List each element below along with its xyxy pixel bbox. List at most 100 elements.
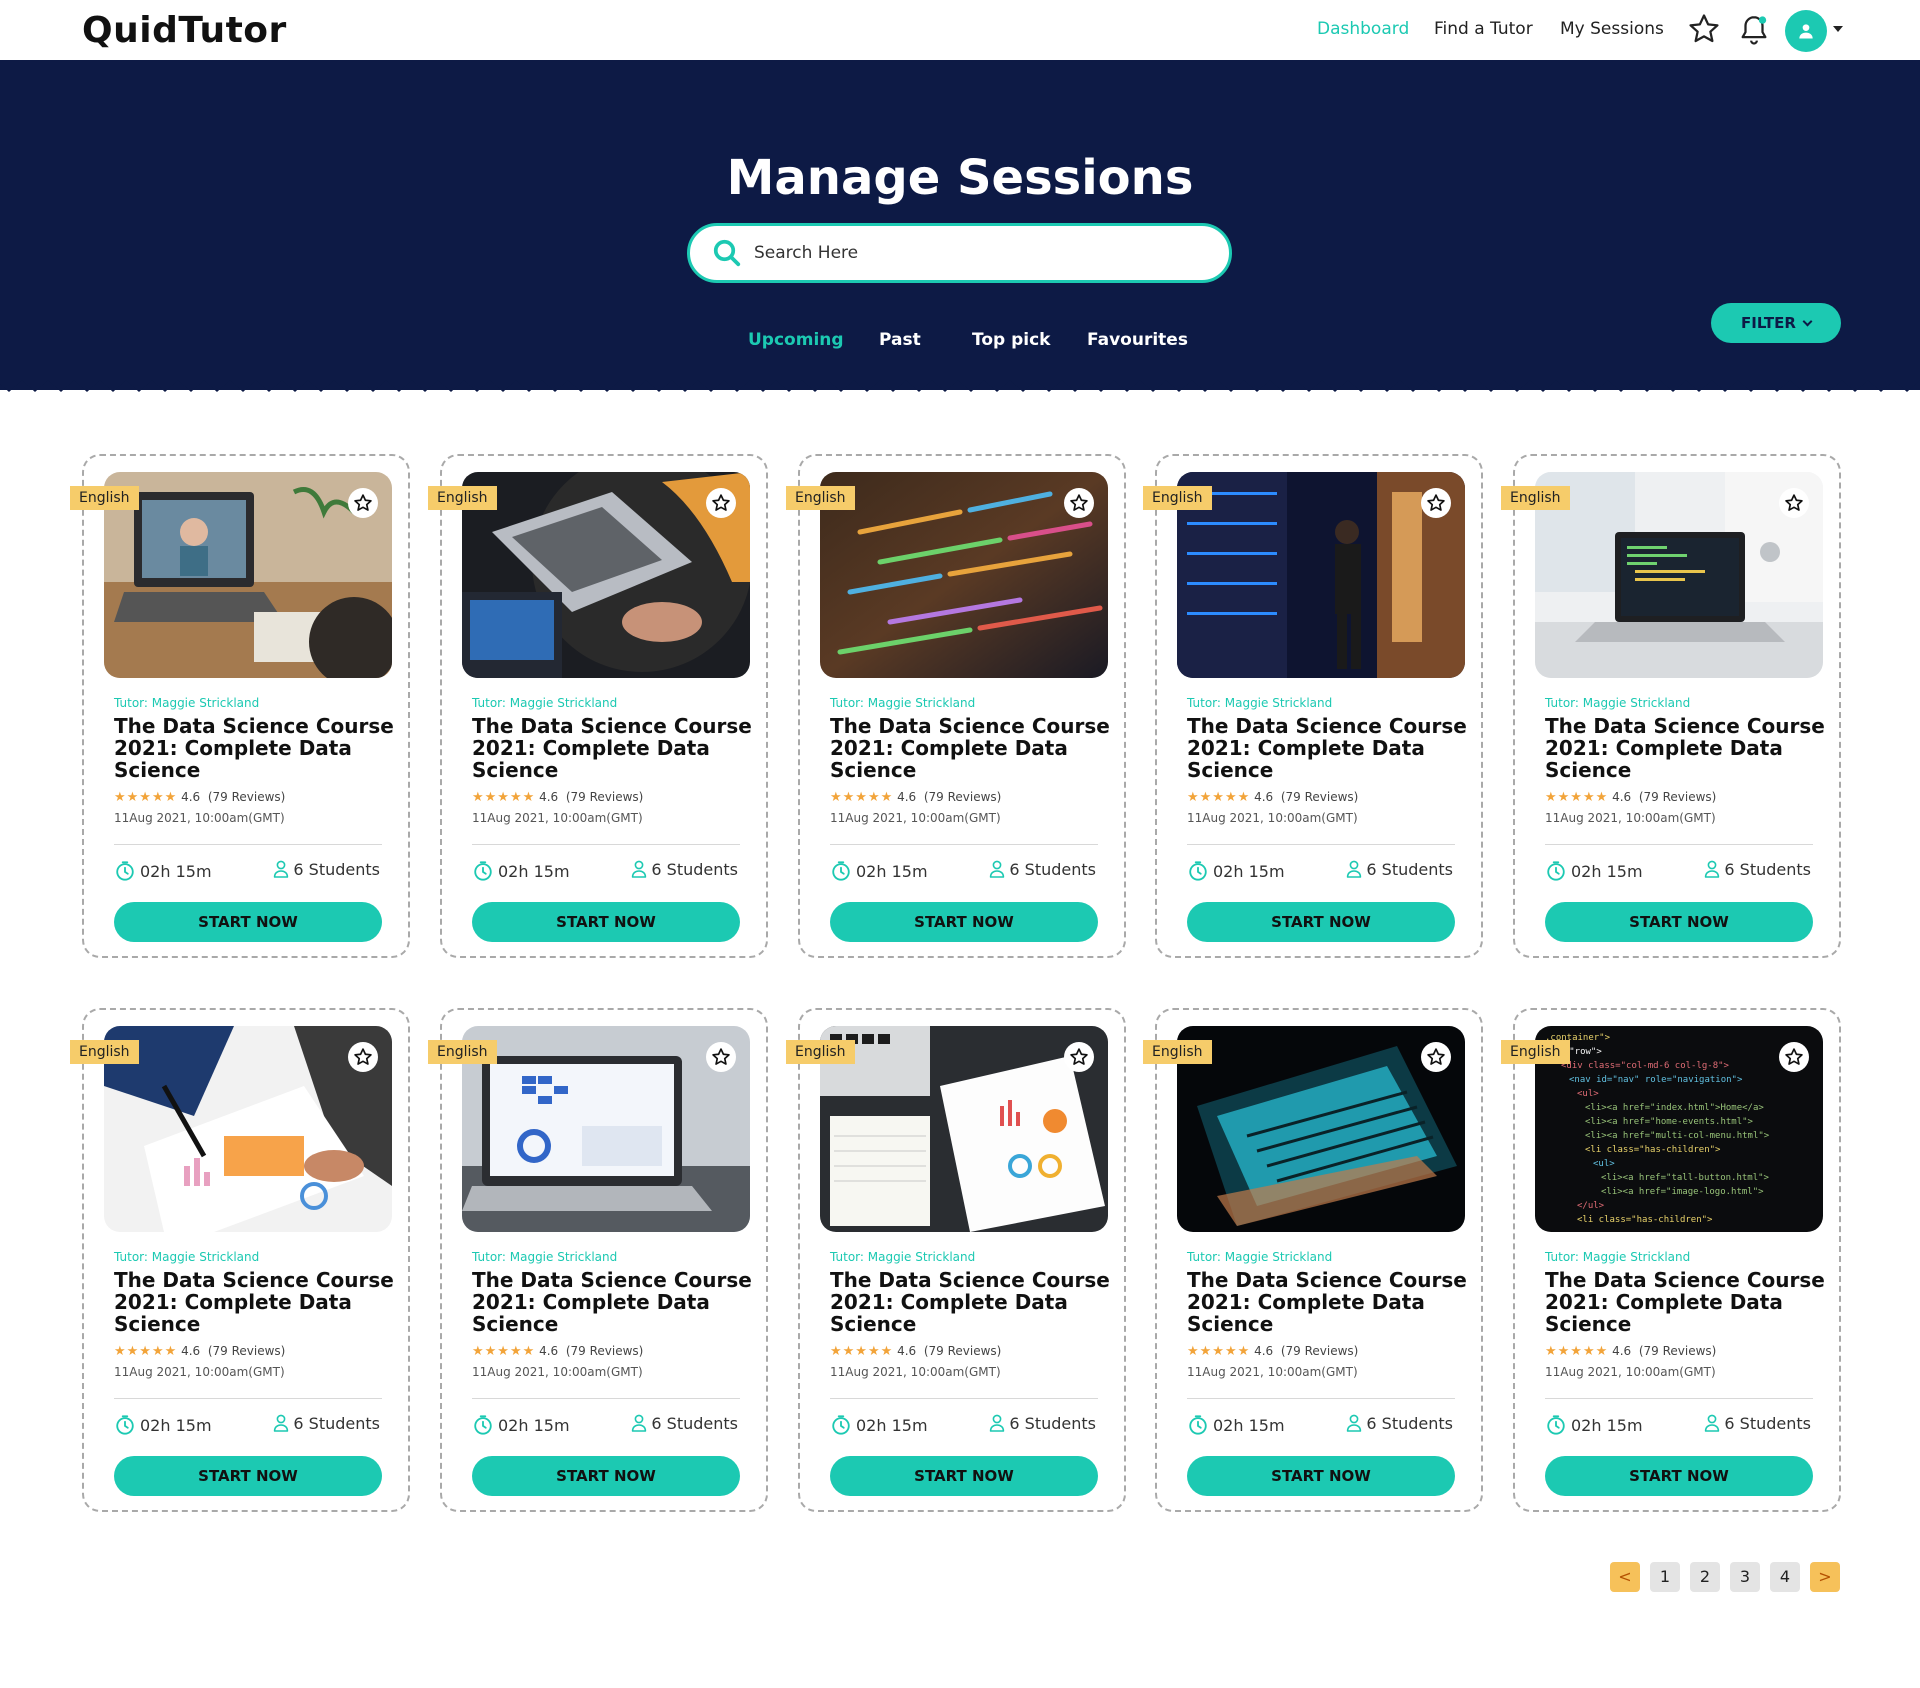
tutor-name[interactable]: Tutor: Maggie Strickland <box>472 1250 617 1264</box>
tutor-name[interactable]: Tutor: Maggie Strickland <box>830 696 975 710</box>
tutor-name[interactable]: Tutor: Maggie Strickland <box>1187 1250 1332 1264</box>
start-now-button[interactable]: START NOW <box>472 1456 740 1496</box>
session-date: 11Aug 2021, 10:00am(GMT) <box>830 1365 1001 1379</box>
session-title[interactable]: The Data Science Course 2021: Complete D… <box>472 1269 752 1335</box>
session-title[interactable]: The Data Science Course 2021: Complete D… <box>1187 1269 1467 1335</box>
session-title[interactable]: The Data Science Course 2021: Complete D… <box>1545 1269 1825 1335</box>
tutor-name[interactable]: Tutor: Maggie Strickland <box>114 696 259 710</box>
session-card[interactable]: English Tutor: Maggie Strickland The Data … <box>428 454 768 958</box>
tab-top-pick[interactable]: Top pick <box>972 330 1050 350</box>
session-title[interactable]: The Data Science Course 2021: Complete D… <box>472 715 752 781</box>
student-count: 6 Students <box>1704 1414 1811 1433</box>
rating: ★★★★★ 4.6 (79 Reviews) <box>114 790 285 805</box>
duration: 02h 15m <box>830 860 928 882</box>
svg-text:<nav id="nav" role="navigation: <nav id="nav" role="navigation"> <box>1569 1075 1743 1085</box>
pagination-next[interactable]: > <box>1810 1562 1840 1592</box>
pagination-page-1[interactable]: 1 <box>1650 1562 1680 1592</box>
filter-button[interactable]: FILTER <box>1711 303 1841 343</box>
stopwatch-icon <box>1545 1415 1571 1435</box>
session-card[interactable]: English Tutor: Maggie Strickland The Data … <box>70 1008 410 1512</box>
start-now-button[interactable]: START NOW <box>830 902 1098 942</box>
user-icon <box>273 1414 293 1433</box>
stopwatch-icon <box>114 1415 140 1435</box>
tutor-name[interactable]: Tutor: Maggie Strickland <box>830 1250 975 1264</box>
favourite-button[interactable] <box>1064 488 1094 518</box>
tutor-name[interactable]: Tutor: Maggie Strickland <box>1545 1250 1690 1264</box>
session-title[interactable]: The Data Science Course 2021: Complete D… <box>1187 715 1467 781</box>
session-title[interactable]: The Data Science Course 2021: Complete D… <box>114 1269 394 1335</box>
start-now-button[interactable]: START NOW <box>1545 902 1813 942</box>
session-card[interactable]: English Tutor: Maggie Strickland The Data … <box>786 1008 1126 1512</box>
favourite-button[interactable] <box>348 1042 378 1072</box>
divider <box>1187 1398 1455 1399</box>
rating-stars-icon: ★★★★★ <box>1545 790 1609 805</box>
favourite-button[interactable] <box>1779 488 1809 518</box>
start-now-button[interactable]: START NOW <box>830 1456 1098 1496</box>
session-card[interactable]: English Tutor: Maggie Strickland The Data … <box>428 1008 768 1512</box>
tab-upcoming[interactable]: Upcoming <box>748 330 844 350</box>
review-count: (79 Reviews) <box>207 1344 286 1358</box>
nav-my-sessions[interactable]: My Sessions <box>1560 19 1664 39</box>
stopwatch-icon <box>1545 861 1571 881</box>
pagination-page-2[interactable]: 2 <box>1690 1562 1720 1592</box>
rating-stars-icon: ★★★★★ <box>114 1344 178 1359</box>
nav-find-a-tutor[interactable]: Find a Tutor <box>1434 19 1533 39</box>
language-badge: English <box>1501 486 1570 510</box>
session-card[interactable]: English Tutor: Maggie Strickland The Data … <box>786 454 1126 958</box>
tab-favourites[interactable]: Favourites <box>1087 330 1188 350</box>
avatar[interactable] <box>1785 10 1827 52</box>
chevron-down-icon[interactable] <box>1833 26 1843 32</box>
favourite-button[interactable] <box>706 1042 736 1072</box>
session-card[interactable]: English Tutor: Maggie Strickland The Data … <box>70 454 410 958</box>
svg-text:<li><a href="tall-button.html": <li><a href="tall-button.html"> <box>1601 1173 1770 1183</box>
pagination-page-4[interactable]: 4 <box>1770 1562 1800 1592</box>
start-now-button[interactable]: START NOW <box>1545 1456 1813 1496</box>
start-now-button[interactable]: START NOW <box>1187 1456 1455 1496</box>
session-card[interactable]: .container"> ss="row"> <div class="col-md-… <box>1501 1008 1841 1512</box>
favourite-button[interactable] <box>1421 1042 1451 1072</box>
top-navbar: QuidTutor Dashboard Find a Tutor My Sess… <box>0 0 1920 60</box>
session-title[interactable]: The Data Science Course 2021: Complete D… <box>830 1269 1110 1335</box>
student-count: 6 Students <box>273 860 380 879</box>
session-card[interactable]: English Tutor: Maggie Strickland The Data … <box>1143 454 1483 958</box>
tutor-name[interactable]: Tutor: Maggie Strickland <box>1187 696 1332 710</box>
search-bar <box>687 223 1232 283</box>
session-card[interactable]: English Tutor: Maggie Strickland The Data … <box>1501 454 1841 958</box>
start-now-button[interactable]: START NOW <box>114 902 382 942</box>
user-icon <box>631 860 651 879</box>
search-input[interactable] <box>754 226 1214 280</box>
divider <box>114 844 382 845</box>
start-now-button[interactable]: START NOW <box>114 1456 382 1496</box>
tutor-name[interactable]: Tutor: Maggie Strickland <box>1545 696 1690 710</box>
tutor-name[interactable]: Tutor: Maggie Strickland <box>472 696 617 710</box>
favourite-button[interactable] <box>1064 1042 1094 1072</box>
tab-past[interactable]: Past <box>879 330 921 350</box>
pagination-page-3[interactable]: 3 <box>1730 1562 1760 1592</box>
stopwatch-icon <box>830 861 856 881</box>
favourite-button[interactable] <box>706 488 736 518</box>
favourite-button[interactable] <box>1421 488 1451 518</box>
session-title[interactable]: The Data Science Course 2021: Complete D… <box>114 715 394 781</box>
star-icon[interactable] <box>1687 12 1721 46</box>
session-date: 11Aug 2021, 10:00am(GMT) <box>114 1365 285 1379</box>
favourite-button[interactable] <box>348 488 378 518</box>
start-now-button[interactable]: START NOW <box>472 902 740 942</box>
rating-stars-icon: ★★★★★ <box>1545 1344 1609 1359</box>
pagination-prev[interactable]: < <box>1610 1562 1640 1592</box>
duration-value: 02h 15m <box>140 862 212 881</box>
bell-icon[interactable] <box>1737 13 1771 47</box>
rating: ★★★★★ 4.6 (79 Reviews) <box>472 790 643 805</box>
students-value: 6 Students <box>1366 860 1453 879</box>
nav-dashboard[interactable]: Dashboard <box>1317 19 1409 39</box>
session-card[interactable]: English Tutor: Maggie Strickland The Data … <box>1143 1008 1483 1512</box>
logo[interactable]: QuidTutor <box>82 10 287 51</box>
start-now-button[interactable]: START NOW <box>1187 902 1455 942</box>
rating-value: 4.6 <box>1612 790 1632 804</box>
session-title[interactable]: The Data Science Course 2021: Complete D… <box>830 715 1110 781</box>
session-title[interactable]: The Data Science Course 2021: Complete D… <box>1545 715 1825 781</box>
stopwatch-icon <box>1187 1415 1213 1435</box>
tutor-name[interactable]: Tutor: Maggie Strickland <box>114 1250 259 1264</box>
search-icon <box>713 239 741 267</box>
rating: ★★★★★ 4.6 (79 Reviews) <box>1545 790 1716 805</box>
favourite-button[interactable] <box>1779 1042 1809 1072</box>
